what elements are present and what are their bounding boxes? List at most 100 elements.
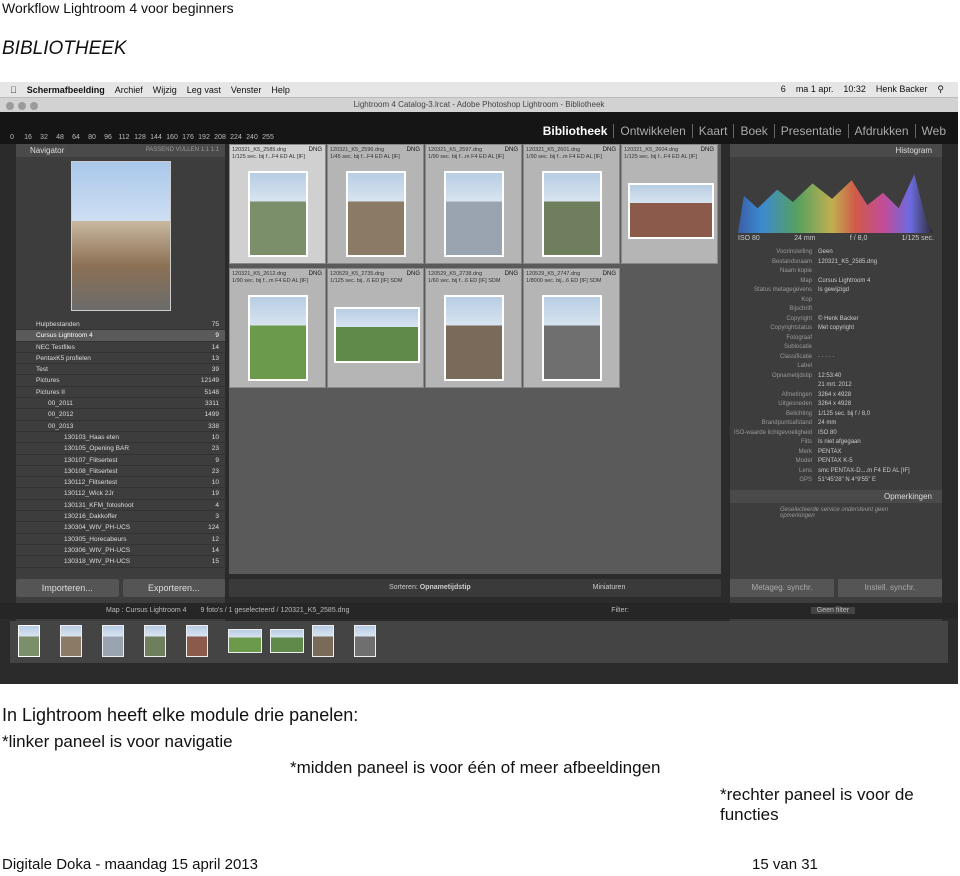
metadata-row[interactable]: Model PENTAX K-5 [730,457,942,467]
folder-item[interactable]: 130131_KFM_fotoshoot 4 [16,500,225,512]
grid-cell[interactable]: 120321_K5_2601.dng 1/90 sec. bij f...m F4… [523,144,620,264]
navigator-header[interactable]: Navigator PASSEND VULLEN 1:1 1:1 [16,144,225,157]
grid-cell[interactable]: 120321_K5_2585.dng 1/125 sec. bij f...F4 … [229,144,326,264]
metadata-row[interactable]: Flits Is niet afgegaan [730,438,942,448]
grid-cell[interactable]: 120529_K5_2735.dng 1/125 sec. bij...6 ED … [327,268,424,388]
grid-cell[interactable]: 120529_K5_2738.dng 1/60 sec. bij f...6 ED… [425,268,522,388]
metadata-row[interactable]: Copyright © Henk Backer [730,315,942,325]
thumbnails-slider-label[interactable]: Miniaturen [593,584,626,591]
filmstrip-path[interactable]: Map : Cursus Lightroom 4 [106,607,187,614]
filter-dropdown[interactable]: Geen filter [810,607,856,614]
grid-cell[interactable]: 120529_K5_2747.dng 1/8000 sec. bij...6 ED… [523,268,620,388]
sync-settings-button[interactable]: Instell. synchr. [838,579,942,597]
folder-item[interactable]: 00_2011 3311 [16,398,225,410]
folder-item[interactable]: 130305_Horecabeurs 12 [16,534,225,545]
grid-thumbnail[interactable] [334,307,420,363]
menu-app[interactable]: Schermafbeelding [27,85,105,95]
apple-icon[interactable]:  [10,85,17,95]
filmstrip-thumbnail[interactable] [144,625,166,657]
import-button[interactable]: Importeren... [16,579,119,597]
filmstrip-thumbnail[interactable] [270,629,304,653]
folder-item[interactable]: 130318_WtV_PH-UCS 15 [16,556,225,568]
folder-item[interactable]: 130216_Dakkoffer 3 [16,511,225,523]
sort-dropdown[interactable]: Opnametijdstip [420,584,471,591]
metadata-row[interactable]: GPS 51°45'28" N 4°9'55" E [730,476,942,486]
folder-item[interactable]: Hulpbestanden 75 [16,319,225,331]
folder-item[interactable]: 130304_WtV_PH-UCS 124 [16,522,225,534]
metadata-row[interactable]: Naam kopie [730,267,942,277]
search-icon[interactable]: ⚲ [937,84,944,95]
metadata-row[interactable]: Map Cursus Lightroom 4 [730,277,942,287]
filmstrip-thumbnail[interactable] [60,625,82,657]
metadata-row[interactable]: Belichting 1/125 sec. bij f / 8,0 [730,410,942,420]
folder-item[interactable]: 130108_Flitsertest 23 [16,466,225,478]
folder-item[interactable]: 130112_Flitsertest 10 [16,477,225,489]
metadata-row[interactable]: Copyrightstatus Met copyright [730,324,942,334]
metadata-row[interactable]: ISO-waarde lichtgevoeligheid ISO 80 [730,429,942,439]
module-boek[interactable]: Boek [733,124,773,138]
metadata-row[interactable]: Kop [730,296,942,306]
metadata-row[interactable]: Lens smc PENTAX-D....m F4 ED AL [IF] [730,467,942,477]
folder-item[interactable]: NEC Testfiles 14 [16,342,225,353]
metadata-row[interactable]: Label [730,362,942,372]
folder-item[interactable]: 00_2013 338 [16,421,225,432]
minimize-window-button[interactable] [18,102,26,110]
module-afdrukken[interactable]: Afdrukken [847,124,915,138]
folder-item[interactable]: 00_2012 1499 [16,409,225,421]
menu-archief[interactable]: Archief [115,85,143,95]
close-window-button[interactable] [6,102,14,110]
metadata-row[interactable]: Uitgesneden 3264 x 4928 [730,400,942,410]
folder-item[interactable]: 130112_Wick 2Jr 19 [16,488,225,500]
metadata-row[interactable]: Bijschrift [730,305,942,315]
folder-item[interactable]: Test 39 [16,364,225,376]
grid-thumbnail[interactable] [444,295,504,381]
metadata-row[interactable]: Opnametijdstip 12:53:40 [730,372,942,382]
metadata-row[interactable]: 21 mrt. 2012 [730,381,942,391]
folder-item[interactable]: 130103_Haas eten 10 [16,432,225,444]
sync-metadata-button[interactable]: Metageg. synchr. [730,579,834,597]
grid-thumbnail[interactable] [542,171,602,257]
filmstrip-thumbnail[interactable] [186,625,208,657]
navigator-preview[interactable] [70,161,171,311]
module-kaart[interactable]: Kaart [691,124,734,138]
user-name[interactable]: Henk Backer [876,84,928,95]
grid-thumbnail[interactable] [248,295,308,381]
metadata-row[interactable]: Merk PENTAX [730,448,942,458]
grid-cell[interactable]: 120321_K5_2612.dng 1/90 sec. bij f...m F4… [229,268,326,388]
folder-item[interactable]: Pictures II 5148 [16,387,225,399]
menu-venster[interactable]: Venster [231,85,262,95]
metadata-preset[interactable]: Voorinstelling Geen [730,248,942,258]
menu-help[interactable]: Help [271,85,290,95]
folder-item[interactable]: Cursus Lightroom 4 9 [16,330,225,342]
folder-item[interactable]: Pictures 12149 [16,375,225,387]
filmstrip-thumbnail[interactable] [102,625,124,657]
zoom-window-button[interactable] [30,102,38,110]
folder-item[interactable]: 130105_Opening BAR 23 [16,443,225,455]
grid-cell[interactable]: 120321_K5_2596.dng 1/45 sec. bij f...F4 E… [327,144,424,264]
grid-thumbnail[interactable] [444,171,504,257]
filmstrip-thumbnail[interactable] [312,625,334,657]
metadata-row[interactable]: Bestandsnaam 120321_K5_2585.dng [730,258,942,268]
filmstrip-thumbnail[interactable] [228,629,262,653]
histogram-header[interactable]: Histogram [730,144,942,157]
grid-thumbnail[interactable] [248,171,308,257]
comments-header[interactable]: Opmerkingen [730,489,942,503]
metadata-row[interactable]: Fotograaf [730,334,942,344]
metadata-row[interactable]: Status metagegevens Is gewijzigd [730,286,942,296]
grid-cell[interactable]: 120321_K5_2597.dng 1/90 sec. bij f...m F4… [425,144,522,264]
metadata-row[interactable]: Classificatie · · · · · [730,353,942,363]
module-bibliotheek[interactable]: Bibliotheek [537,124,614,138]
grid-thumbnail[interactable] [542,295,602,381]
metadata-row[interactable]: Afmetingen 3264 x 4928 [730,391,942,401]
menu-wijzig[interactable]: Wijzig [153,85,177,95]
grid-cell[interactable]: 120321_K5_2604.dng 1/125 sec. bij f...F4 … [621,144,718,264]
module-web[interactable]: Web [914,124,952,138]
filmstrip-thumbnail[interactable] [18,625,40,657]
navigator-zoom-options[interactable]: PASSEND VULLEN 1:1 1:1 [146,144,225,157]
export-button[interactable]: Exporteren... [122,579,225,597]
filmstrip-thumbnail[interactable] [354,625,376,657]
module-ontwikkelen[interactable]: Ontwikkelen [613,124,691,138]
folder-item[interactable]: 130306_WtV_PH-UCS 14 [16,545,225,557]
metadata-row[interactable]: Brandpuntsafstand 24 mm [730,419,942,429]
grid-thumbnail[interactable] [628,183,714,239]
